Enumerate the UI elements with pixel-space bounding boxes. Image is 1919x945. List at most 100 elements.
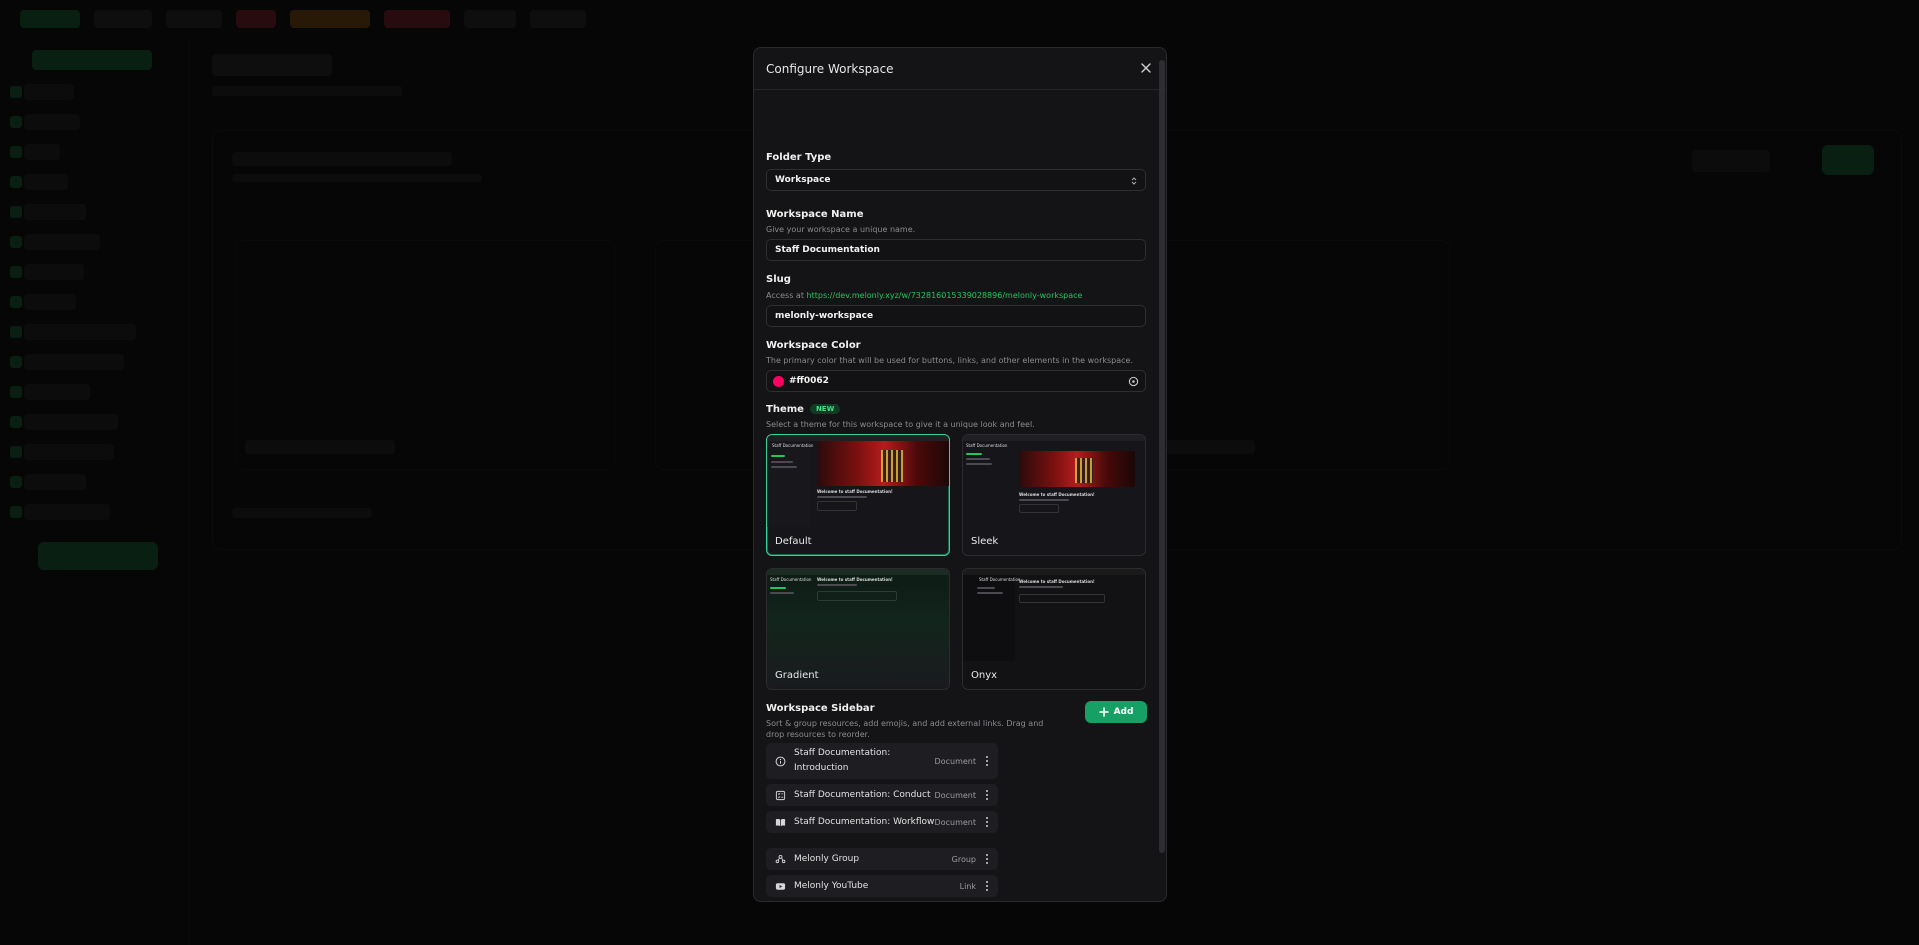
preview-sidebar-line (966, 463, 992, 465)
background-sidebar-item (10, 204, 86, 220)
theme-option-default[interactable]: Staff Documentation Welcome to staff Doc… (766, 434, 950, 556)
background-nav-item (94, 10, 152, 28)
sidebar-item-conduct[interactable]: Staff Documentation: Conduct Document (766, 784, 998, 806)
workspace-sidebar-help: Sort & group resources, add emojis, and … (766, 719, 1044, 739)
folder-type-label: Folder Type (766, 152, 832, 163)
background-sidebar-item (10, 504, 110, 520)
preview-topbar (963, 435, 1145, 441)
theme-option-sleek[interactable]: Staff Documentation Welcome to staff Doc… (962, 434, 1146, 556)
theme-label: Theme (766, 404, 804, 415)
sidebar-item-type: Document (934, 756, 976, 766)
more-options-icon[interactable] (984, 816, 990, 828)
background-card-label (1165, 440, 1255, 454)
preview-box (1019, 504, 1059, 513)
slug-help-prefix: Access at (766, 291, 804, 300)
sidebar-item-name: Staff Documentation: Workflow (794, 816, 935, 827)
color-picker-icon[interactable] (1128, 376, 1139, 387)
more-options-icon[interactable] (984, 853, 990, 865)
background-nav-item (290, 10, 370, 28)
workspace-name-input[interactable]: Staff Documentation (766, 239, 1146, 261)
theme-preview-gradient: Staff Documentation Welcome to staff Doc… (767, 569, 949, 661)
background-sidebar-item (10, 264, 84, 280)
close-icon (1141, 63, 1151, 73)
sidebar-item-workflow[interactable]: Staff Documentation: Workflow Document (766, 811, 998, 833)
background-sidebar-item (10, 444, 114, 460)
background-panel-subtitle (232, 174, 482, 182)
sidebar-item-type: Document (934, 817, 976, 827)
sidebar-item-name: Melonly YouTube (794, 880, 869, 891)
preview-sidebar-line (966, 458, 990, 460)
add-button-label: Add (1113, 707, 1134, 717)
background-nav-item (464, 10, 516, 28)
preview-sidebar-title: Staff Documentation (966, 443, 1008, 448)
more-options-icon[interactable] (984, 880, 990, 892)
theme-preview-onyx: Staff Documentation Welcome to staff Doc… (963, 569, 1145, 661)
preview-line (1019, 499, 1069, 501)
sidebar-item-melonly-youtube[interactable]: Melonly YouTube Link (766, 875, 998, 897)
modal-header: Configure Workspace (754, 48, 1166, 90)
background-nav-item (166, 10, 222, 28)
preview-sidebar-line (977, 587, 995, 589)
background-sidebar-item (10, 234, 100, 250)
background-card-label (245, 440, 395, 454)
sidebar-item-melonly-group[interactable]: Melonly Group Group (766, 848, 998, 870)
preview-line (817, 496, 867, 498)
preview-sidebar-line (771, 461, 793, 463)
preview-banner (1019, 451, 1135, 487)
sidebar-item-name: Staff Documentation: Introduction (794, 748, 891, 773)
background-nav-item (384, 10, 450, 28)
theme-option-onyx[interactable]: Staff Documentation Welcome to staff Doc… (962, 568, 1146, 690)
background-logo (20, 10, 80, 28)
theme-name-sleek: Sleek (971, 536, 999, 547)
more-options-icon[interactable] (984, 789, 990, 801)
background-select (1692, 150, 1770, 172)
preview-sidebar-line (770, 592, 794, 594)
more-options-icon[interactable] (984, 755, 990, 767)
preview-sidebar-line (770, 587, 786, 589)
plus-icon (1098, 707, 1109, 717)
sidebar-item-type: Link (959, 881, 976, 891)
info-circle-icon (774, 755, 786, 767)
preview-sidebar-line (771, 455, 785, 457)
slug-input[interactable]: melonly-workspace (766, 305, 1146, 327)
background-sidebar-item (10, 324, 136, 340)
workspace-sidebar-label: Workspace Sidebar (766, 703, 875, 714)
preview-banner (817, 441, 949, 486)
preview-title: Welcome to staff Documentation! (817, 577, 893, 582)
sidebar-item-introduction[interactable]: Staff Documentation: Introduction Docume… (766, 743, 998, 779)
modal-body: Folder Type Workspace Workspace Name Giv… (754, 90, 1158, 901)
preview-box (817, 501, 857, 511)
background-card (235, 240, 615, 470)
slug-value: melonly-workspace (775, 311, 874, 321)
background-sidebar-item (10, 114, 80, 130)
slug-help: Access at https://dev.melonly.xyz/w/7328… (766, 291, 1082, 300)
theme-option-gradient[interactable]: Staff Documentation Welcome to staff Doc… (766, 568, 950, 690)
theme-name-default: Default (775, 536, 812, 547)
book-icon (774, 816, 786, 828)
color-swatch[interactable] (773, 375, 784, 387)
chevron-updown-icon (1131, 177, 1137, 185)
background-sidebar-item (10, 174, 68, 190)
background-sidebar-item (10, 84, 74, 100)
modal-scrollbar[interactable] (1159, 60, 1165, 853)
preview-topbar (767, 569, 949, 575)
preview-sidebar-title: Staff Documentation (772, 443, 814, 448)
preview-sidebar-title: Staff Documentation (770, 577, 812, 582)
theme-label-row: Theme NEW (766, 404, 841, 415)
theme-name-gradient: Gradient (775, 670, 819, 681)
folder-type-select[interactable]: Workspace (766, 169, 1146, 191)
new-badge: NEW (809, 404, 841, 414)
workspace-color-input[interactable]: #ff0062 (766, 370, 1146, 392)
add-sidebar-item-button[interactable]: Add (1085, 701, 1147, 723)
background-sidebar-item (10, 414, 118, 430)
close-button[interactable] (1138, 60, 1154, 76)
youtube-icon (774, 880, 786, 892)
workspace-name-value: Staff Documentation (775, 245, 880, 255)
slug-url-link[interactable]: https://dev.melonly.xyz/w/73281601533902… (807, 291, 1083, 300)
preview-title: Welcome to staff Documentation! (1019, 492, 1095, 497)
slug-label: Slug (766, 274, 791, 285)
theme-name-onyx: Onyx (971, 670, 998, 681)
workspace-name-label: Workspace Name (766, 209, 864, 220)
modal-title: Configure Workspace (766, 61, 894, 76)
preview-title: Welcome to staff Documentation! (817, 489, 893, 494)
